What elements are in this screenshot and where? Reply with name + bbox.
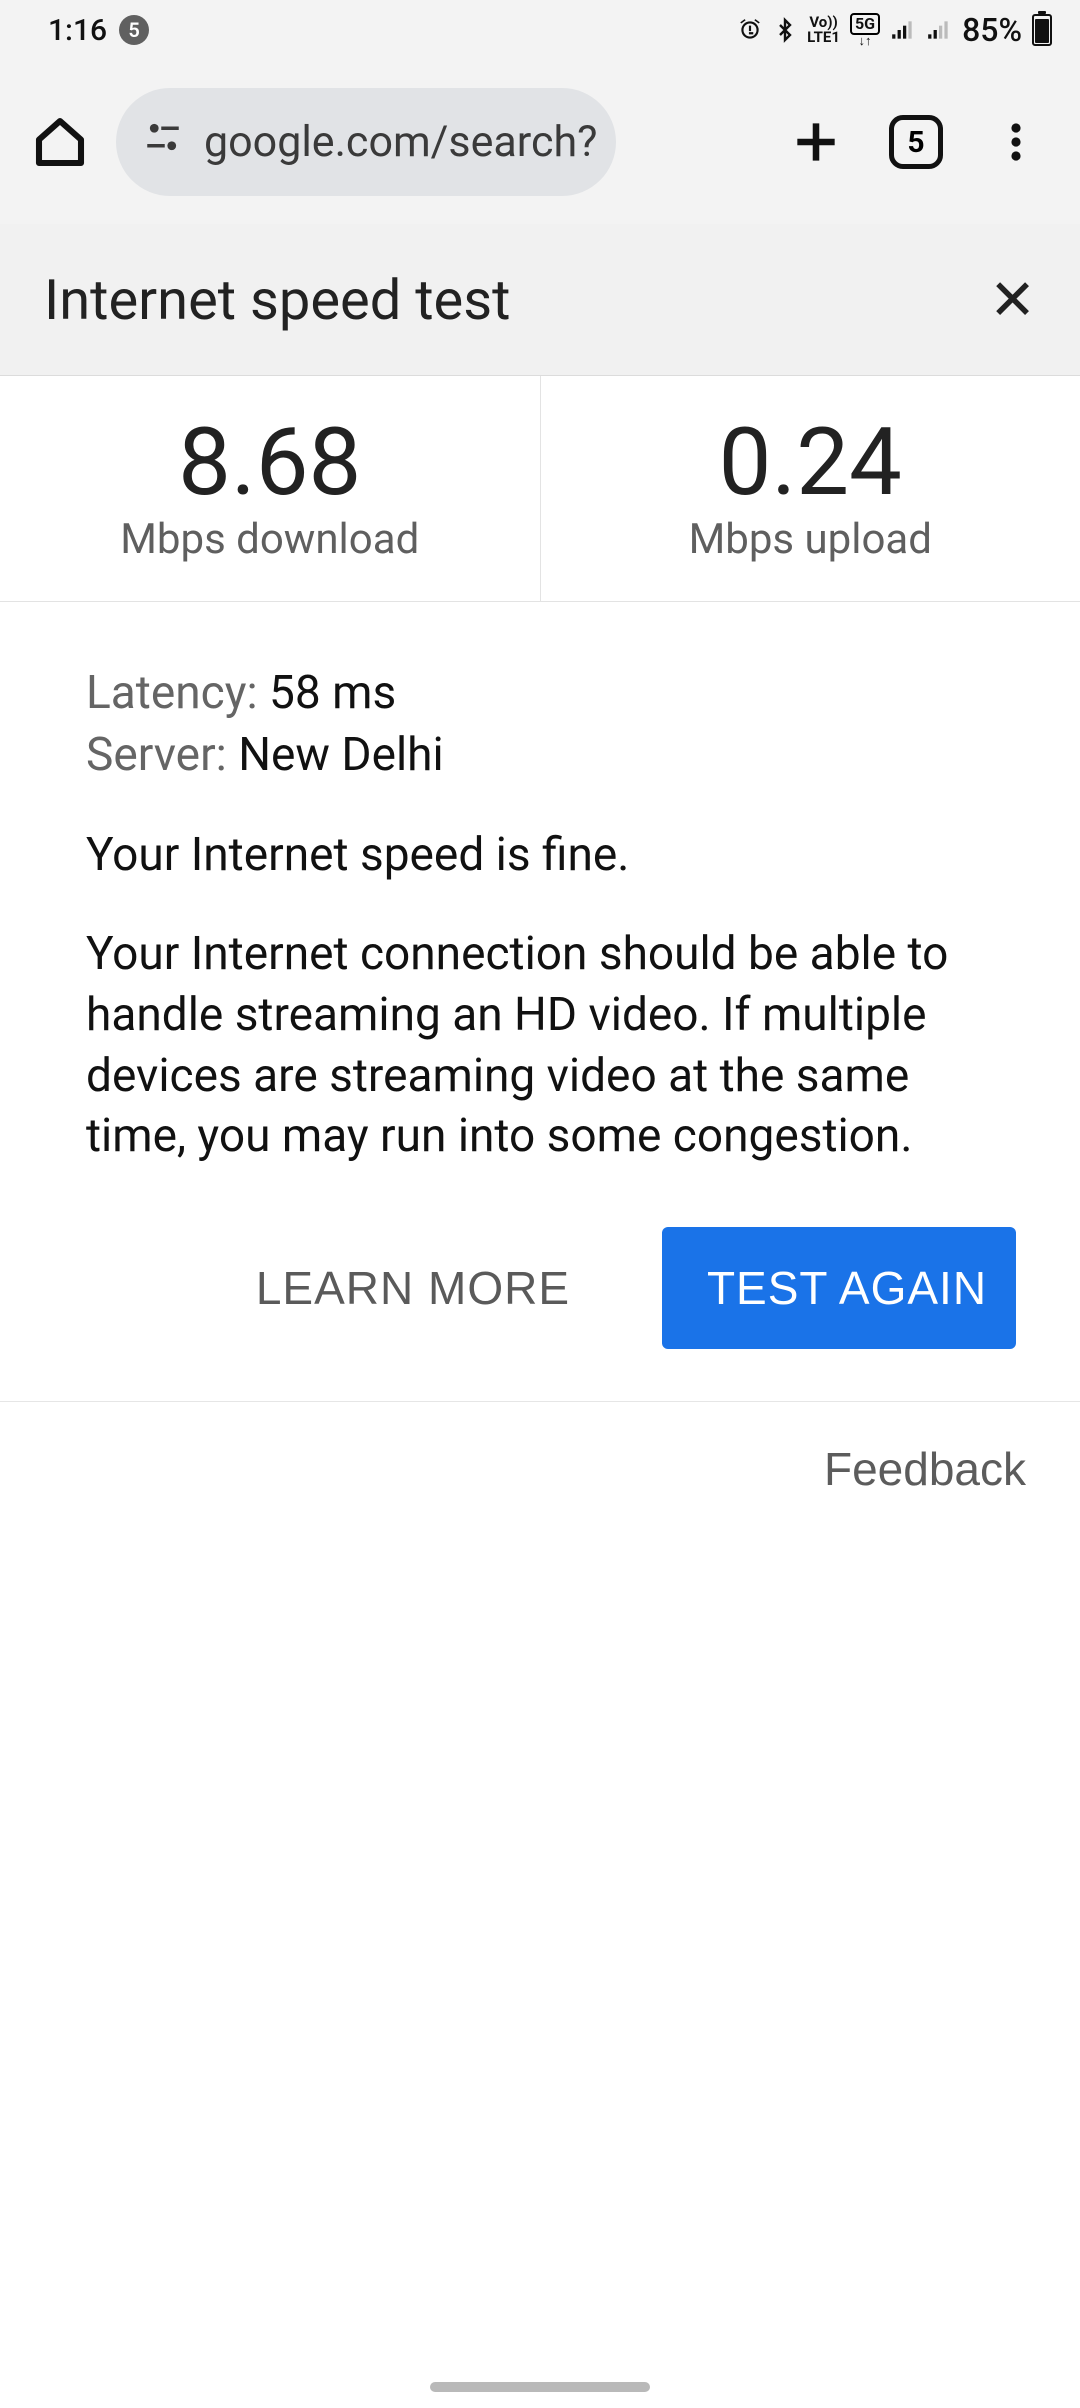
status-bar: 1:16 5 Vo)) LTE1 5G ↓↑ 85% [0,0,1080,60]
description-text: Your Internet connection should be able … [86,924,994,1167]
download-value: 8.68 [178,413,361,512]
battery-icon [1032,14,1052,46]
home-button[interactable] [24,114,96,170]
close-icon[interactable]: ✕ [989,272,1036,328]
tab-count: 5 [889,115,943,169]
overflow-menu-button[interactable] [976,118,1056,166]
latency-value: 58 ms [269,666,396,720]
test-again-button[interactable]: TEST AGAIN [662,1227,1016,1349]
omnibox-text: google.com/search? [204,117,598,167]
feedback-row: Feedback [0,1402,1080,1536]
card-title: Internet speed test [44,267,510,333]
status-right: Vo)) LTE1 5G ↓↑ 85% [737,11,1052,49]
speed-results: 8.68 Mbps download 0.24 Mbps upload [0,376,1080,602]
button-row: LEARN MORE TEST AGAIN [0,1167,1080,1401]
download-label: Mbps download [120,515,419,564]
new-tab-button[interactable] [776,114,856,170]
alarm-icon [737,17,763,43]
omnibox[interactable]: google.com/search? [116,88,616,196]
feedback-link[interactable]: Feedback [824,1442,1026,1496]
browser-toolbar: google.com/search? 5 [0,60,1080,224]
site-settings-icon[interactable] [142,116,184,169]
latency-key: Latency: [86,666,269,720]
details-section: Latency: 58 ms Server: New Delhi Your In… [0,602,1080,1167]
notification-count-icon: 5 [119,15,149,45]
signal-strength-icon [890,17,916,43]
status-left: 1:16 5 [48,13,149,48]
server-value: New Delhi [238,728,443,782]
signal-strength-2-icon [926,17,952,43]
clock: 1:16 [48,13,107,48]
bluetooth-icon [773,17,797,43]
upload-label: Mbps upload [689,515,932,564]
battery-percent: 85% [962,11,1022,49]
nav-gesture-handle[interactable] [430,2382,650,2392]
volte-icon: Vo)) LTE1 [807,15,840,45]
card-title-row: Internet speed test ✕ [0,224,1080,376]
upload-value: 0.24 [719,413,902,512]
upload-cell: 0.24 Mbps upload [541,376,1080,601]
learn-more-button[interactable]: LEARN MORE [236,1235,590,1341]
download-cell: 8.68 Mbps download [0,376,541,601]
network-5g-icon: 5G ↓↑ [850,13,880,48]
summary-text: Your Internet speed is fine. [86,828,994,882]
tabs-button[interactable]: 5 [876,115,956,169]
latency-line: Latency: 58 ms [86,662,994,724]
server-key: Server: [86,728,238,782]
server-line: Server: New Delhi [86,724,994,786]
